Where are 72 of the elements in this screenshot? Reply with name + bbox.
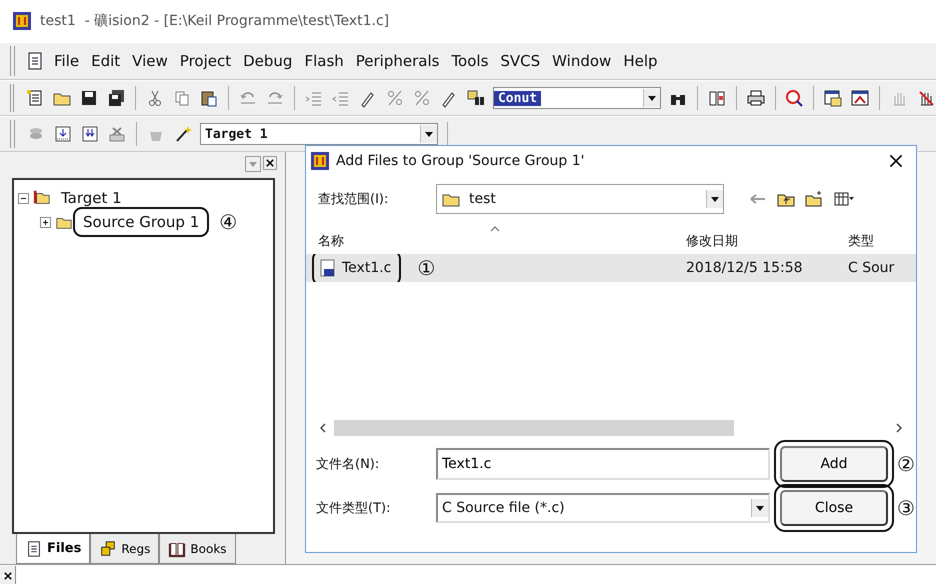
panel-close-button[interactable] — [263, 156, 277, 170]
document-icon — [25, 540, 43, 558]
field-label: 文件名(N): — [316, 456, 380, 473]
chevron-right-icon — [896, 423, 902, 433]
sort-caret-icon — [490, 226, 500, 232]
new-folder-icon[interactable] — [804, 189, 824, 209]
menu-item[interactable]: Help — [620, 52, 661, 70]
panel-close-button[interactable] — [0, 566, 16, 584]
collapse-toggle-icon[interactable] — [18, 192, 29, 204]
find-icon[interactable] — [466, 88, 486, 108]
column-header[interactable]: 名称 — [306, 232, 674, 252]
registers-icon — [99, 540, 118, 558]
menu-item[interactable]: Tools — [448, 52, 492, 70]
menu-item[interactable]: View — [129, 52, 171, 70]
file-name-field[interactable]: Text1.c — [436, 448, 770, 480]
dialog-title: Add Files to Group 'Source Group 1' — [336, 153, 586, 169]
menu-item[interactable]: Project — [176, 52, 234, 70]
panel-tab[interactable]: Files — [16, 534, 90, 564]
chevron-left-icon — [320, 423, 326, 433]
expand-toggle-icon[interactable] — [40, 216, 51, 228]
table-cell-text: 2018/12/5 15:58 — [685, 260, 804, 276]
caret-icon — [249, 162, 257, 166]
dropdown-button[interactable] — [751, 499, 768, 517]
callout-number: ② — [897, 452, 915, 476]
file-type-combo[interactable]: C Source file (*.c) — [436, 493, 770, 523]
target-combo[interactable]: Target 1 — [200, 123, 438, 145]
file-name: Text1.c — [316, 254, 398, 282]
close-icon — [889, 154, 903, 168]
find-combo[interactable]: Conut — [492, 87, 661, 109]
dropdown-button[interactable] — [420, 125, 437, 143]
caret-icon — [756, 506, 764, 510]
chart-window-icon[interactable] — [850, 88, 870, 108]
column-header[interactable]: 修改日期 — [674, 232, 836, 252]
field-label: 文件类型(T): — [316, 500, 392, 517]
look-in-combo[interactable]: test — [436, 184, 724, 214]
panel-tab[interactable]: Books — [159, 534, 236, 564]
caret-icon — [425, 132, 433, 136]
callout-number: ③ — [897, 496, 915, 520]
field-label: 查找范围(I): — [318, 191, 390, 208]
target-icon — [33, 189, 51, 207]
magnifier-icon[interactable] — [784, 88, 804, 108]
scroll-left-button[interactable] — [318, 423, 328, 433]
tree-item[interactable]: Target 1 — [55, 187, 128, 209]
menu-item[interactable]: File — [51, 52, 82, 70]
close-icon — [4, 572, 12, 580]
build-icon[interactable] — [53, 124, 73, 144]
menu-item[interactable]: Flash — [301, 52, 347, 70]
menu-item[interactable]: Edit — [88, 52, 124, 70]
table-cell-text: C Sour — [847, 260, 896, 276]
window-title: test1 - 礦ision2 - [E:\Keil Programme\test\Text1.c] — [40, 12, 390, 30]
window-icon[interactable] — [823, 88, 844, 108]
scroll-right-button[interactable] — [894, 423, 904, 433]
menu-item[interactable]: Peripherals — [352, 52, 442, 70]
callout-number: ④ — [219, 210, 238, 234]
app-icon — [12, 11, 32, 31]
close-icon — [266, 159, 274, 167]
menu-item[interactable]: Window — [549, 52, 614, 70]
scrollbar-thumb[interactable] — [334, 420, 734, 436]
printer-icon[interactable] — [746, 88, 766, 108]
menu-item[interactable]: Debug — [240, 52, 296, 70]
callout-number: ① — [417, 256, 436, 280]
file-row[interactable]: Text1.c ① 2018/12/5 15:58 C Sour — [306, 254, 916, 282]
caret-icon — [711, 196, 719, 202]
panel-tab[interactable]: Regs — [90, 534, 160, 564]
dropdown-button[interactable] — [642, 89, 660, 107]
rebuild-icon[interactable] — [80, 124, 100, 144]
app-icon — [310, 151, 330, 171]
column-header[interactable]: 类型 — [836, 232, 916, 252]
dropdown-button[interactable] — [706, 190, 723, 208]
caret-icon — [648, 96, 656, 100]
disks-icon[interactable] — [106, 88, 126, 108]
menu-item[interactable]: SVCS — [497, 52, 544, 70]
